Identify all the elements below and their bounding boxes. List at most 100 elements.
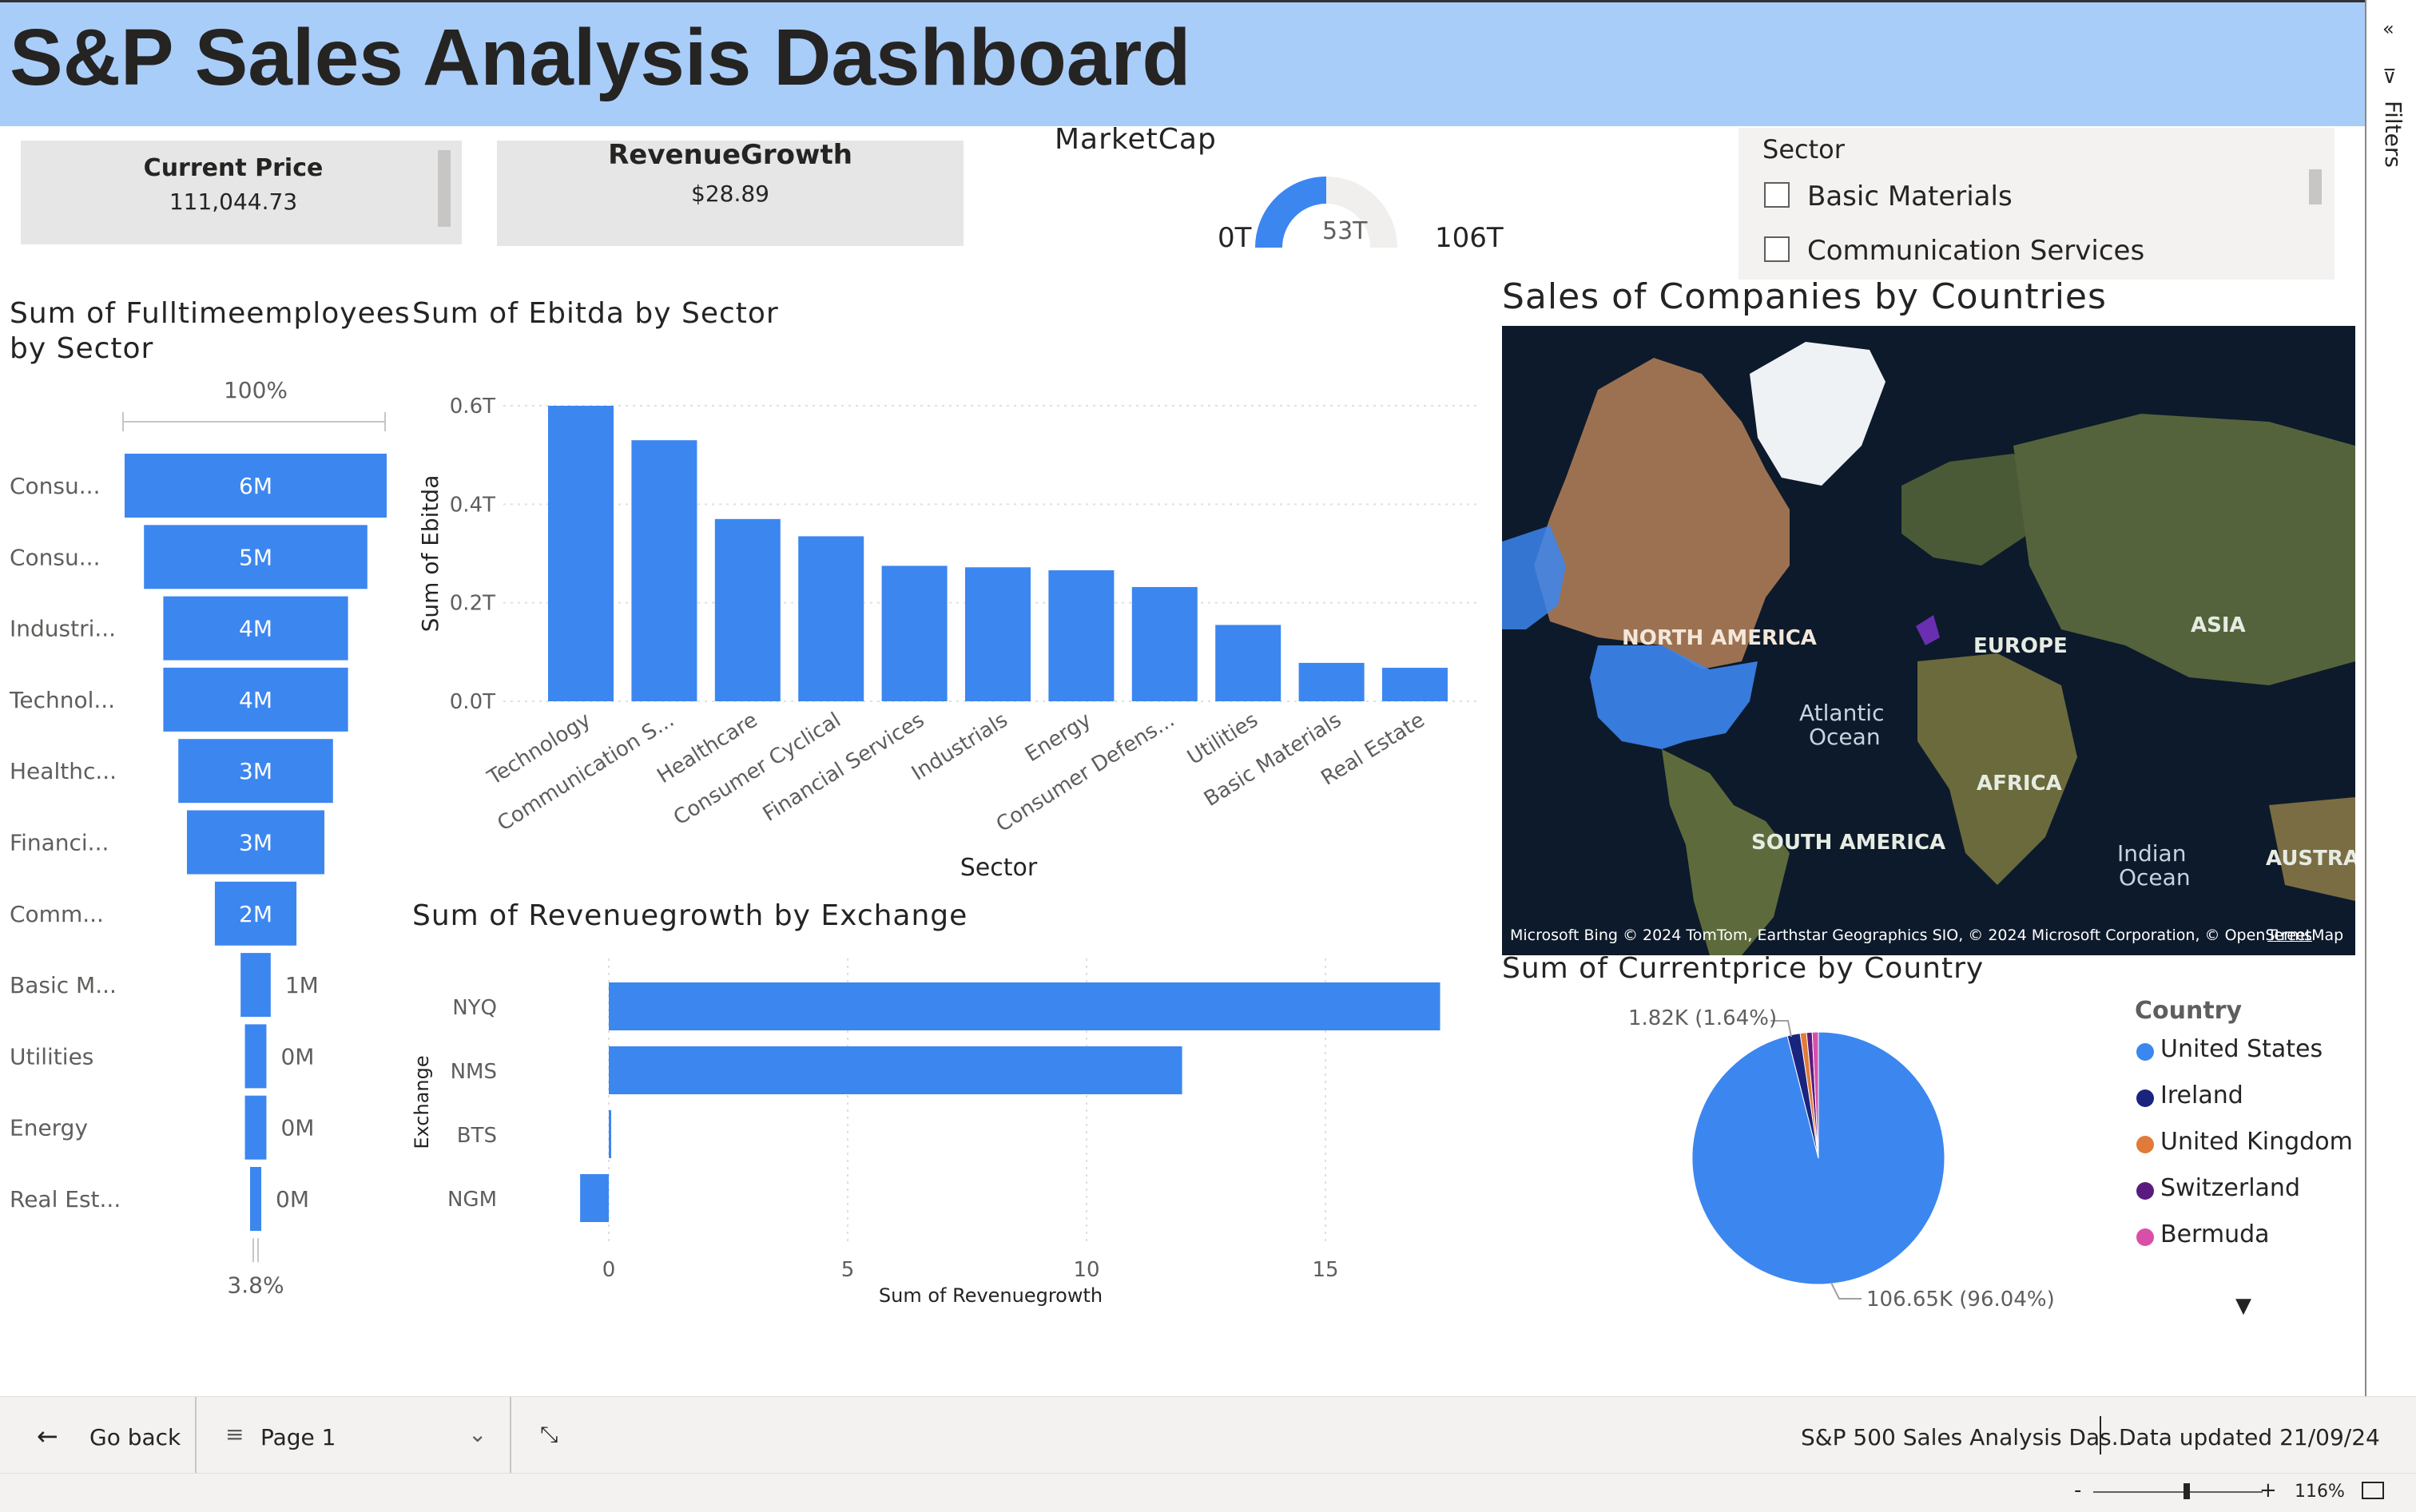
ebitda-ytick: 0.2T (450, 592, 495, 616)
revgrowth-xlabel: Sum of Revenuegrowth (879, 1284, 1103, 1307)
divider (2100, 1416, 2101, 1454)
slicer-title: Sector (1762, 134, 1845, 165)
revgrowth-bar (609, 1110, 611, 1158)
dashboard-title: S&P Sales Analysis Dashboard (10, 13, 1191, 102)
fit-to-window-icon[interactable] (2362, 1482, 2384, 1499)
ebitda-ylabel: Sum of Ebitda (417, 475, 443, 633)
map-label-europe: EUROPE (1973, 634, 2068, 658)
slicer-item-basic-materials[interactable]: Basic Materials (1807, 181, 2013, 212)
card-scrollbar[interactable] (438, 150, 451, 227)
revgrowth-ylabel: Exchange (411, 1055, 433, 1149)
legend-marker (2136, 1182, 2154, 1200)
go-back-button[interactable]: Go back (89, 1424, 181, 1450)
ebitda-bar (1048, 569, 1115, 701)
pie-leader-large (1830, 1282, 1862, 1300)
current-price-card[interactable]: Current Price 111,044.73 (21, 141, 462, 244)
pie-label-large: 106.65K (96.04%) (1866, 1288, 2055, 1312)
funnel-title-line2: by Sector (10, 332, 154, 365)
revgrowth-bar (609, 1046, 1182, 1094)
legend-marker (2136, 1228, 2154, 1246)
funnel-chart[interactable]: 100% Consu... 6M Consu... 5M Industri... 4M Tec… (0, 367, 399, 1326)
pie-legend-title: Country (2135, 997, 2243, 1025)
ebitda-bar (1382, 668, 1448, 701)
map-title: Sales of Companies by Countries (1502, 276, 2107, 317)
funnel-category-label: Consu... (10, 544, 100, 570)
map-label-atlantic-2: Ocean (1809, 724, 1881, 750)
map-label-australia: AUSTRA (2266, 847, 2355, 871)
gauge-min-label: 0T (1218, 222, 1252, 254)
revenue-growth-label: RevenueGrowth (608, 139, 852, 171)
legend-marker (2136, 1043, 2154, 1061)
filters-pane[interactable]: « ⊽ Filters (2365, 0, 2416, 1396)
page-list-icon: ≡ (225, 1421, 244, 1447)
ebitda-xtick: Energy (1021, 708, 1095, 767)
ebitda-ytick: 0.0T (450, 690, 495, 714)
slicer-item-communication-services[interactable]: Communication Services (1807, 235, 2144, 267)
current-price-label: Current Price (143, 154, 324, 182)
revgrowth-ytick: BTS (457, 1124, 497, 1148)
legend-scroll-down-icon[interactable]: ▼ (2235, 1294, 2251, 1318)
map-visual[interactable]: NORTH AMERICA EUROPE ASIA Atlantic Ocean… (1502, 326, 2355, 955)
map-label-asia: ASIA (2191, 613, 2246, 637)
funnel-bar (240, 953, 271, 1018)
funnel-category-label: Financi... (10, 830, 109, 856)
funnel-data-label: 0M (276, 1186, 309, 1212)
funnel-data-label: 4M (239, 616, 272, 642)
fit-page-icon[interactable]: ⤡ (540, 1421, 558, 1448)
slicer-scrollbar[interactable] (2309, 169, 2322, 204)
zoom-in-icon[interactable]: + (2259, 1478, 2277, 1502)
funnel-data-label: 4M (239, 687, 272, 713)
revgrowth-bar (609, 982, 1440, 1030)
zoom-slider-track[interactable] (2093, 1491, 2263, 1493)
funnel-data-label: 3M (239, 830, 272, 856)
arrow-left-icon[interactable]: ← (37, 1421, 58, 1451)
checkbox-communication-services[interactable] (1764, 236, 1790, 262)
funnel-category-label: Utilities (10, 1043, 93, 1070)
funnel-category-label: Technol... (9, 687, 115, 713)
revgrowth-chart[interactable]: 0 5 10 15 NYQ NMS BTS NGM Exchange Sum of Revenue… (399, 943, 1502, 1310)
ebitda-bar (1131, 586, 1198, 701)
zoom-out-icon[interactable]: - (2074, 1478, 2081, 1502)
legend-item[interactable]: Bermuda (2160, 1220, 2270, 1248)
legend-item[interactable]: United Kingdom (2160, 1128, 2353, 1156)
ebitda-bar (1215, 625, 1282, 701)
revgrowth-bar (580, 1174, 609, 1222)
funnel-data-label: 0M (280, 1043, 314, 1070)
map-terms-link[interactable]: Terms (2267, 927, 2312, 944)
funnel-category-label: Energy (10, 1115, 88, 1141)
chevron-down-icon[interactable]: ⌄ (468, 1421, 487, 1447)
funnel-title-line1: Sum of Fulltimeemployees (10, 297, 411, 330)
ebitda-bar (881, 566, 948, 701)
filters-label[interactable]: Filters (2380, 101, 2406, 168)
report-footer: ← Go back ≡ Page 1 ⌄ ⤡ S&P 500 Sales Ana… (0, 1396, 2416, 1474)
funnel-data-label: 6M (239, 473, 272, 499)
gauge-max-label: 106T (1435, 222, 1504, 254)
ebitda-bar (714, 518, 781, 701)
legend-item[interactable]: United States (2160, 1035, 2323, 1063)
checkbox-basic-materials[interactable] (1764, 182, 1790, 208)
report-name: S&P 500 Sales Analysis Das... (1801, 1424, 2133, 1450)
zoom-level: 116% (2295, 1482, 2345, 1502)
funnel-category-label: Comm... (10, 901, 104, 927)
ebitda-chart[interactable]: 0.0T0.2T0.4T0.6TTechnologyCommunication … (399, 367, 1502, 895)
ebitda-bar (965, 567, 1031, 701)
funnel-top-percent: 100% (224, 377, 288, 403)
legend-item[interactable]: Switzerland (2160, 1174, 2300, 1202)
ebitda-xlabel: Sector (960, 854, 1038, 882)
map-label-indian-1: Indian (2117, 840, 2187, 867)
expand-filters-icon[interactable]: « (2382, 18, 2394, 40)
sector-slicer[interactable]: Sector Basic Materials Communication Ser… (1738, 128, 2335, 280)
zoom-slider-thumb[interactable] (2183, 1483, 2190, 1499)
ebitda-title: Sum of Ebitda by Sector (412, 297, 779, 330)
revgrowth-xtick: 10 (1073, 1258, 1099, 1282)
funnel-data-label: 0M (280, 1115, 314, 1141)
status-bar: - + 116% (0, 1473, 2416, 1512)
pie-chart[interactable] (1630, 998, 2141, 1318)
revgrowth-title: Sum of Revenuegrowth by Exchange (412, 899, 968, 932)
revgrowth-ytick: NGM (447, 1188, 497, 1212)
legend-item[interactable]: Ireland (2160, 1081, 2243, 1109)
ebitda-bar (548, 406, 614, 701)
revenue-growth-card[interactable]: RevenueGrowth $28.89 (497, 139, 964, 246)
page-selector[interactable]: Page 1 (260, 1424, 336, 1450)
revgrowth-ytick: NYQ (452, 996, 497, 1020)
